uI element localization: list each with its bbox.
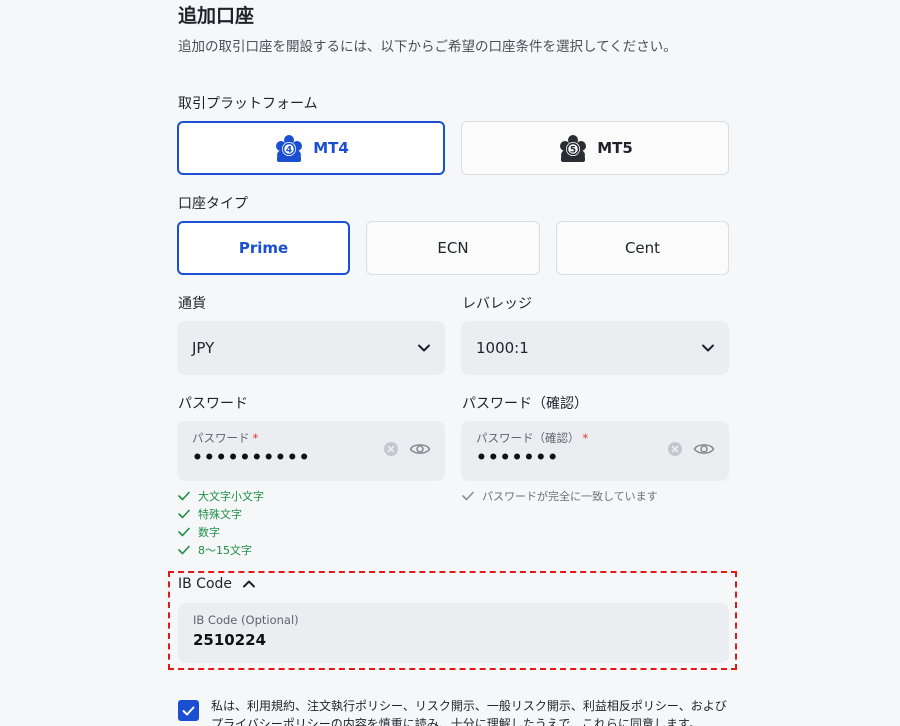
mt5-logo-icon: 5 <box>560 135 587 162</box>
check-icon <box>178 491 190 501</box>
checkmark-icon <box>182 706 195 715</box>
account-type-label: 口座タイプ <box>178 196 248 212</box>
rule-text: 8〜15文字 <box>198 544 252 557</box>
rule-text: 数字 <box>198 526 220 539</box>
currency-select[interactable]: JPY <box>177 321 445 375</box>
password-rule-special: 特殊文字 <box>178 506 242 522</box>
check-icon <box>178 527 190 537</box>
chevron-down-icon <box>418 344 430 352</box>
mt4-logo-icon: 4 <box>276 135 303 162</box>
leverage-select[interactable]: 1000:1 <box>461 321 729 375</box>
rule-text: 大文字小文字 <box>198 490 264 503</box>
password-label: パスワード <box>178 396 248 412</box>
ib-code-placeholder: IB Code (Optional) <box>193 613 299 627</box>
rule-text: 特殊文字 <box>198 508 242 521</box>
required-mark: * <box>582 431 589 445</box>
password-rule-number: 数字 <box>178 524 220 540</box>
platform-label: 取引プラットフォーム <box>178 96 318 112</box>
match-text: パスワードが完全に一致しています <box>482 490 658 503</box>
ib-code-value: 2510224 <box>193 631 267 649</box>
password-confirm-field[interactable]: パスワード（確認） * ••••••• <box>461 421 729 481</box>
password-match-message: パスワードが完全に一致しています <box>462 488 658 504</box>
eye-icon[interactable] <box>693 441 715 457</box>
svg-text:5: 5 <box>570 146 576 156</box>
check-icon <box>462 491 474 501</box>
agreement-row: 私は、利用規約、注文執行ポリシー、リスク開示、一般リスク開示、利益相反ポリシー、… <box>178 697 738 726</box>
password-confirm-label: パスワード（確認） <box>462 396 588 412</box>
check-icon <box>178 545 190 555</box>
leverage-value: 1000:1 <box>476 339 529 357</box>
password-field[interactable]: パスワード * •••••••••• <box>177 421 445 481</box>
account-type-option-cent[interactable]: Cent <box>556 221 729 275</box>
leverage-label: レバレッジ <box>462 296 532 312</box>
clear-icon[interactable] <box>667 441 683 457</box>
ib-code-toggle-label: IB Code <box>178 576 233 592</box>
chevron-down-icon <box>702 344 714 352</box>
page-subtitle: 追加の取引口座を開設するには、以下からご希望の口座条件を選択してください。 <box>178 39 677 55</box>
chevron-up-icon <box>243 580 256 588</box>
required-mark: * <box>252 431 259 445</box>
agreement-checkbox[interactable] <box>178 700 199 721</box>
page-title: 追加口座 <box>178 5 255 27</box>
ib-code-field[interactable]: IB Code (Optional) 2510224 <box>178 603 729 663</box>
password-rule-case: 大文字小文字 <box>178 488 264 504</box>
svg-text:4: 4 <box>286 146 292 156</box>
ib-code-toggle[interactable]: IB Code <box>178 576 256 592</box>
password-confirm-placeholder-text: パスワード（確認） <box>476 431 580 445</box>
account-type-option-ecn[interactable]: ECN <box>366 221 540 275</box>
clear-icon[interactable] <box>383 441 399 457</box>
eye-icon[interactable] <box>409 441 431 457</box>
password-confirm-icons <box>667 441 715 457</box>
agreement-text: 私は、利用規約、注文執行ポリシー、リスク開示、一般リスク開示、利益相反ポリシー、… <box>211 699 727 726</box>
currency-value: JPY <box>192 339 215 357</box>
platform-option-mt4[interactable]: 4 MT4 <box>177 121 445 175</box>
platform-option-mt5[interactable]: 5 MT5 <box>461 121 729 175</box>
password-placeholder-text: パスワード <box>192 431 250 445</box>
password-icons <box>383 441 431 457</box>
account-type-option-prime[interactable]: Prime <box>177 221 350 275</box>
platform-option-label: MT4 <box>313 139 349 157</box>
currency-label: 通貨 <box>178 296 206 312</box>
check-icon <box>178 509 190 519</box>
platform-option-label: MT5 <box>597 139 633 157</box>
password-rule-length: 8〜15文字 <box>178 542 252 558</box>
